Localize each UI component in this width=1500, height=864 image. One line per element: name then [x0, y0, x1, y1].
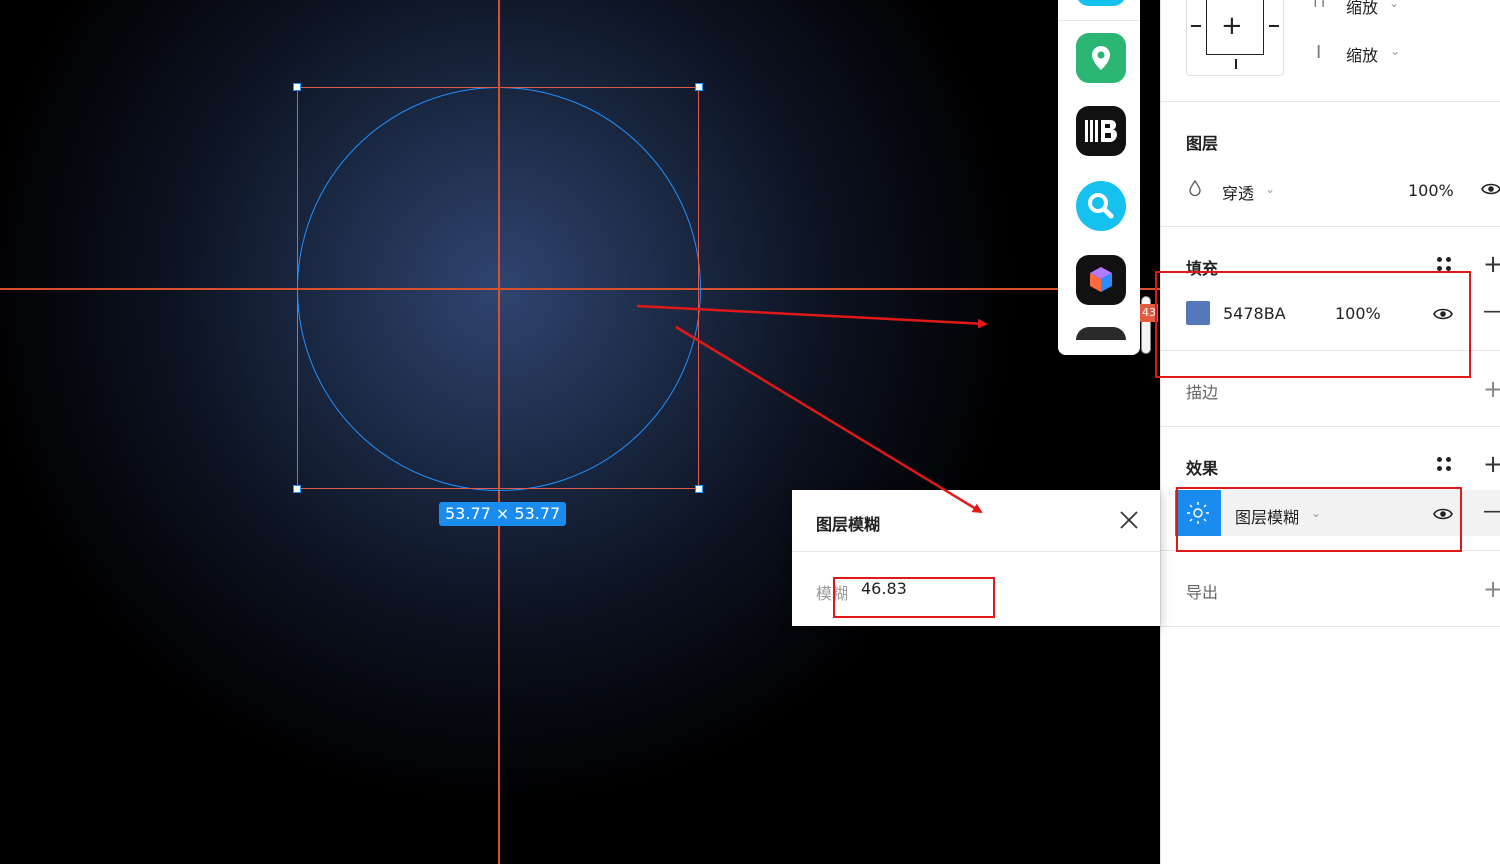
- arrow-to-blur-popup: [675, 325, 983, 514]
- annotation-arrows: [636, 304, 988, 514]
- arrow-to-fill: [636, 304, 988, 329]
